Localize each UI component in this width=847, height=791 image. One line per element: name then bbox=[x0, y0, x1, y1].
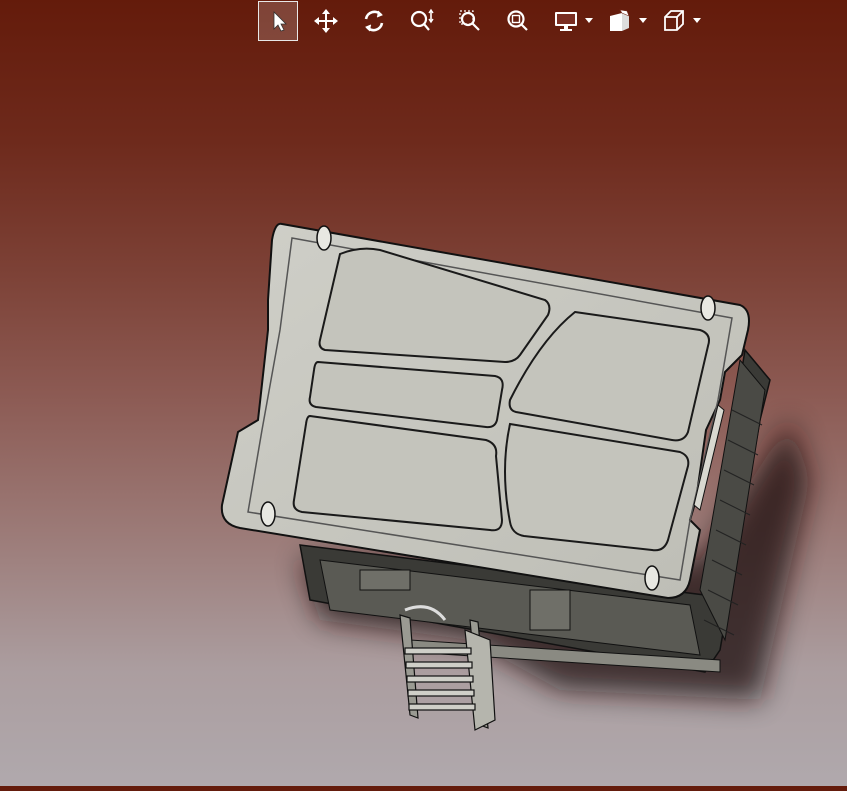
zoom-to-fit-button[interactable] bbox=[498, 1, 538, 41]
zoom-to-area-icon bbox=[459, 10, 480, 31]
display-style-icon bbox=[555, 12, 577, 31]
pan-tool-button[interactable] bbox=[306, 1, 346, 41]
chevron-down-icon bbox=[585, 18, 593, 23]
zoom-in-out-button[interactable] bbox=[402, 1, 442, 41]
view-orientation-button[interactable] bbox=[600, 1, 640, 41]
view-orientation-icon bbox=[610, 9, 630, 31]
model-render bbox=[220, 222, 810, 731]
3d-viewport[interactable] bbox=[0, 0, 847, 786]
chevron-down-icon bbox=[693, 18, 701, 23]
rotate-icon bbox=[364, 10, 384, 32]
view-toolbar bbox=[258, 0, 708, 42]
display-style-button[interactable] bbox=[546, 1, 586, 41]
standard-views-button[interactable] bbox=[654, 1, 694, 41]
select-arrow-icon bbox=[273, 11, 287, 32]
pan-icon bbox=[314, 9, 338, 33]
zoom-to-fit-icon bbox=[507, 10, 528, 31]
rotate-tool-button[interactable] bbox=[354, 1, 394, 41]
select-tool-button[interactable] bbox=[258, 1, 298, 41]
zoom-in-out-icon bbox=[410, 8, 434, 31]
zoom-to-area-button[interactable] bbox=[450, 1, 490, 41]
standard-views-cube-icon bbox=[664, 10, 684, 31]
chevron-down-icon bbox=[639, 18, 647, 23]
lid bbox=[220, 222, 750, 600]
